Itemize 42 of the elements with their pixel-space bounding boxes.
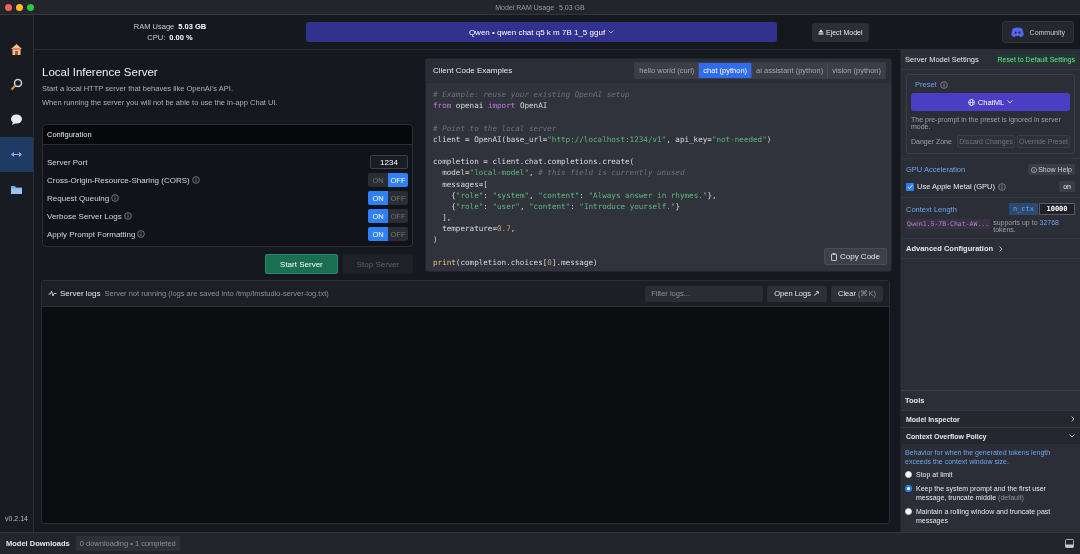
page-title: Local Inference Server	[42, 66, 159, 78]
discord-icon	[1010, 27, 1024, 37]
chevron-down-icon	[1069, 434, 1075, 438]
folder-icon	[10, 183, 23, 196]
setting-label: Apply Prompt Formatting	[47, 229, 136, 239]
radio-button[interactable]	[905, 485, 912, 492]
chat-icon	[10, 113, 23, 126]
setting-label: Server Port	[47, 157, 88, 167]
info-icon	[939, 80, 948, 89]
zoom-button[interactable]	[27, 3, 34, 11]
activity-icon	[48, 290, 57, 297]
minimize-button[interactable]	[16, 3, 23, 11]
house-icon	[10, 43, 23, 56]
chevron-down-icon	[608, 30, 615, 34]
checkmark-icon	[907, 183, 913, 190]
panel-icon[interactable]	[1065, 539, 1074, 548]
copy-code-button[interactable]: Copy Code	[823, 248, 887, 265]
globe-icon	[967, 98, 975, 106]
radio-button[interactable]	[905, 471, 912, 478]
search-icon	[10, 78, 23, 91]
close-button[interactable]	[5, 3, 12, 11]
panel-title: Server logs	[60, 289, 101, 298]
model-selector[interactable]: Qwen • qwen chat q5 k m 7B 1_5 gguf	[306, 22, 777, 42]
chevron-right-icon	[1071, 416, 1075, 422]
eject-icon	[818, 29, 824, 35]
checkbox[interactable]	[906, 182, 914, 191]
info-icon	[123, 212, 132, 220]
setting-label: Cross-Origin-Resource-Sharing (CORS)	[47, 175, 190, 185]
help-icon	[1031, 166, 1038, 173]
chevron-right-icon	[999, 245, 1004, 252]
setting-label: Verbose Server Logs	[47, 211, 122, 221]
start-server-button[interactable]: Start Server	[265, 254, 338, 274]
chevron-down-icon	[1007, 100, 1014, 104]
clipboard-icon	[830, 252, 837, 261]
radio-button[interactable]	[905, 508, 912, 515]
port-field[interactable]: 1234	[370, 155, 408, 169]
setting-label: Request Queuing	[47, 193, 110, 203]
info-icon	[137, 230, 146, 238]
info-icon	[191, 176, 200, 184]
panel-title: Client Code Examples	[433, 66, 513, 75]
info-icon	[111, 194, 120, 202]
info-icon	[997, 182, 1006, 191]
